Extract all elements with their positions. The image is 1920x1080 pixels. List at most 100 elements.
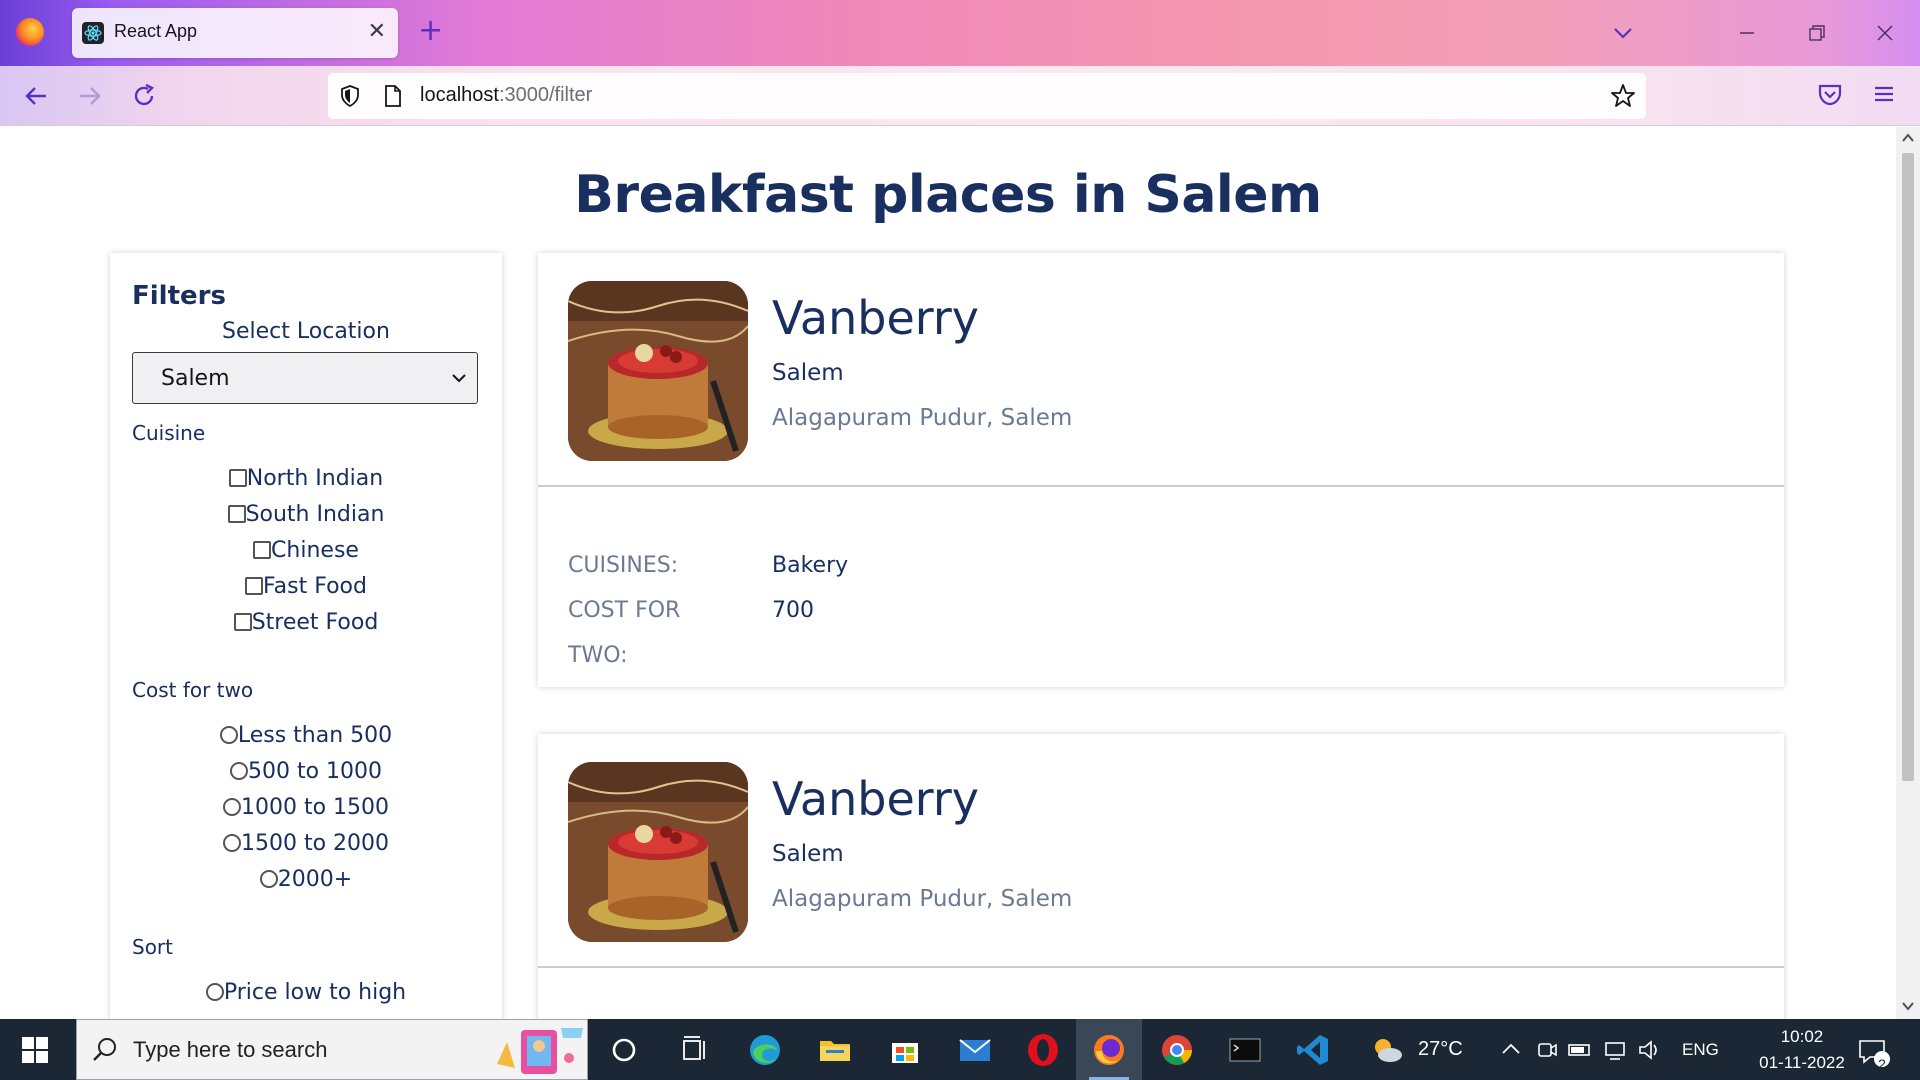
cost-option[interactable]: 1500 to 2000 xyxy=(110,831,502,856)
location-label: Select Location xyxy=(222,319,390,344)
close-window-icon[interactable] xyxy=(1872,20,1898,46)
chevron-down-icon xyxy=(452,374,466,383)
weather-temperature[interactable]: 27°C xyxy=(1418,1038,1463,1061)
minimize-icon[interactable] xyxy=(1734,20,1760,46)
radio-button[interactable] xyxy=(229,762,248,780)
page-scrollbar[interactable] xyxy=(1896,127,1920,1019)
sort-label: Sort xyxy=(132,935,173,959)
checkbox[interactable] xyxy=(245,577,264,595)
radio-button[interactable] xyxy=(205,983,224,1001)
restaurant-image xyxy=(568,281,748,461)
clock-date[interactable]: 01-11-2022 xyxy=(1736,1053,1868,1073)
reload-icon[interactable] xyxy=(128,80,160,112)
windows-start-icon[interactable] xyxy=(22,1037,48,1063)
location-select[interactable]: Salem xyxy=(132,352,478,404)
back-arrow-icon[interactable] xyxy=(20,80,52,112)
restaurant-address: Alagapuram Pudur, Salem xyxy=(772,886,1073,912)
language-indicator[interactable]: ENG xyxy=(1682,1040,1719,1060)
shield-icon[interactable] xyxy=(338,84,362,108)
edge-icon[interactable] xyxy=(746,1031,784,1069)
restaurant-card[interactable]: Vanberry Salem Alagapuram Pudur, Salem C… xyxy=(538,253,1784,687)
vscode-icon[interactable] xyxy=(1294,1031,1332,1069)
cost-option[interactable]: 2000+ xyxy=(110,867,502,892)
weather-icon[interactable] xyxy=(1368,1031,1406,1069)
url-bar[interactable]: localhost:3000/filter xyxy=(328,73,1646,119)
restaurant-city: Salem xyxy=(772,841,844,867)
cost-option[interactable]: Less than 500 xyxy=(110,723,502,748)
chrome-icon[interactable] xyxy=(1158,1031,1196,1069)
firefox-taskbar-icon[interactable] xyxy=(1090,1031,1128,1069)
restaurant-address: Alagapuram Pudur, Salem xyxy=(772,405,1073,431)
cuisine-option[interactable]: Fast Food xyxy=(110,574,502,599)
filters-panel: Filters Select Location Salem Cuisine No… xyxy=(110,253,502,1019)
clock-time[interactable]: 10:02 xyxy=(1760,1027,1844,1047)
close-tab-icon[interactable]: ✕ xyxy=(368,19,386,45)
sort-option[interactable]: Price low to high xyxy=(110,980,502,1005)
cost-option[interactable]: 500 to 1000 xyxy=(110,759,502,784)
browser-tab[interactable]: React App ✕ xyxy=(72,8,398,58)
location-select-value: Salem xyxy=(161,366,230,391)
radio-button[interactable] xyxy=(259,870,278,888)
checkbox[interactable] xyxy=(228,469,247,487)
terminal-icon[interactable] xyxy=(1226,1031,1264,1069)
browser-tab-bar: React App ✕ + xyxy=(0,0,1920,66)
task-view-icon[interactable] xyxy=(676,1031,714,1069)
pocket-icon[interactable] xyxy=(1816,80,1844,108)
checkbox[interactable] xyxy=(227,505,246,523)
card-divider xyxy=(538,485,1784,487)
cortana-icon[interactable] xyxy=(605,1031,643,1069)
microsoft-store-icon[interactable] xyxy=(886,1031,924,1069)
cuisines-label: CUISINES: xyxy=(568,553,679,578)
page-icon[interactable] xyxy=(382,84,404,108)
meet-now-icon[interactable] xyxy=(1536,1031,1558,1069)
mail-icon[interactable] xyxy=(956,1031,994,1069)
restaurant-name[interactable]: Vanberry xyxy=(772,291,979,345)
restore-icon[interactable] xyxy=(1804,20,1830,46)
card-divider xyxy=(538,966,1784,968)
scroll-down-icon[interactable] xyxy=(1901,999,1915,1013)
radio-button[interactable] xyxy=(222,798,241,816)
hamburger-menu-icon[interactable] xyxy=(1870,80,1898,108)
volume-icon[interactable] xyxy=(1638,1031,1662,1069)
firefox-icon[interactable] xyxy=(16,18,44,46)
restaurant-name[interactable]: Vanberry xyxy=(772,772,979,826)
checkbox[interactable] xyxy=(233,613,252,631)
restaurant-card[interactable]: Vanberry Salem Alagapuram Pudur, Salem xyxy=(538,734,1784,1019)
new-tab-button[interactable]: + xyxy=(418,16,443,46)
notification-count: 2 xyxy=(1878,1056,1886,1072)
windows-taskbar: Type here to search 27°C ENG 10:02 01-11… xyxy=(0,1019,1920,1080)
scrollbar-thumb[interactable] xyxy=(1902,153,1914,781)
battery-icon[interactable] xyxy=(1568,1031,1592,1069)
react-icon xyxy=(82,22,104,44)
search-placeholder: Type here to search xyxy=(133,1037,328,1062)
browser-nav-bar: localhost:3000/filter xyxy=(0,66,1920,126)
chevron-up-icon[interactable] xyxy=(1500,1031,1522,1069)
tab-title: React App xyxy=(114,21,198,41)
radio-button[interactable] xyxy=(222,834,241,852)
cuisine-option[interactable]: North Indian xyxy=(110,466,502,491)
cost-label: Cost for two xyxy=(132,678,254,702)
cost-for-two-label-cont: TWO: xyxy=(568,643,628,668)
bookmark-star-icon[interactable] xyxy=(1610,83,1636,109)
forward-arrow-icon[interactable] xyxy=(74,80,106,112)
checkbox[interactable] xyxy=(253,541,272,559)
cost-option[interactable]: 1000 to 1500 xyxy=(110,795,502,820)
search-icon xyxy=(93,1038,116,1061)
cost-for-two-value: 700 xyxy=(772,598,814,623)
radio-button[interactable] xyxy=(219,726,238,744)
chevron-down-icon[interactable] xyxy=(1610,20,1636,46)
network-icon[interactable] xyxy=(1604,1031,1628,1069)
cuisine-option[interactable]: Street Food xyxy=(110,610,502,635)
search-highlight-art xyxy=(497,1028,583,1074)
url-text[interactable]: localhost:3000/filter xyxy=(420,84,592,107)
taskbar-search[interactable]: Type here to search xyxy=(76,1019,588,1080)
file-explorer-icon[interactable] xyxy=(816,1031,854,1069)
restaurant-city: Salem xyxy=(772,360,844,386)
cuisine-option[interactable]: South Indian xyxy=(110,502,502,527)
cuisines-value: Bakery xyxy=(772,553,849,578)
filters-heading: Filters xyxy=(132,281,226,311)
scroll-up-icon[interactable] xyxy=(1901,131,1915,145)
opera-icon[interactable] xyxy=(1024,1031,1062,1069)
cuisine-option[interactable]: Chinese xyxy=(110,538,502,563)
cuisine-label: Cuisine xyxy=(132,421,206,445)
